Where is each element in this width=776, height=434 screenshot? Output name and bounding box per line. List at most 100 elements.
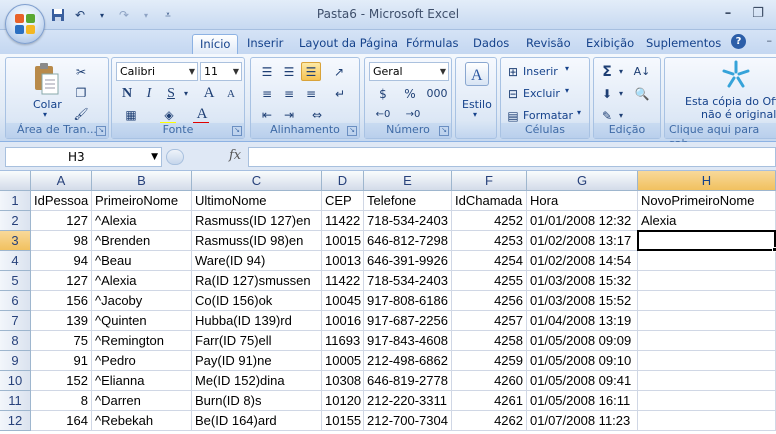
cell-a1[interactable]: IdPessoa (31, 191, 92, 211)
cell-b1[interactable]: PrimeiroNome (92, 191, 192, 211)
cell-h3[interactable] (638, 231, 776, 251)
borders-icon[interactable]: ▦ (118, 105, 144, 124)
cell-c7[interactable]: Hubba(ID 139)rd (192, 311, 322, 331)
cell-b4[interactable]: ^Beau (92, 251, 192, 271)
find-select-icon[interactable]: 🔍 (630, 84, 654, 103)
align-center-icon[interactable]: ≡ (279, 84, 299, 103)
group-label-genuine[interactable]: Clique aqui para sab (665, 123, 776, 150)
format-cells-button[interactable]: Formatar (523, 109, 573, 122)
cell-e1[interactable]: Telefone (364, 191, 452, 211)
column-header-a[interactable]: A (31, 171, 92, 191)
cell-f1[interactable]: IdChamada (452, 191, 527, 211)
cell-g9[interactable]: 01/05/2008 09:10 (527, 351, 638, 371)
column-header-h[interactable]: H (638, 171, 776, 191)
row-header-11[interactable]: 11 (0, 391, 31, 411)
align-top-icon[interactable]: ☰ (257, 62, 277, 81)
cell-f8[interactable]: 4258 (452, 331, 527, 351)
cell-h9[interactable] (638, 351, 776, 371)
cell-c9[interactable]: Pay(ID 91)ne (192, 351, 322, 371)
cell-c11[interactable]: Burn(ID 8)s (192, 391, 322, 411)
styles-icon[interactable]: A (465, 62, 489, 86)
formula-input[interactable] (248, 147, 776, 167)
cell-g10[interactable]: 01/05/2008 09:41 (527, 371, 638, 391)
copy-icon[interactable]: ❐ (72, 83, 90, 102)
increase-decimal-icon[interactable]: ←0 (371, 105, 395, 124)
tab-exibicao[interactable]: Exibição (579, 34, 641, 54)
cell-g3[interactable]: 01/02/2008 13:17 (527, 231, 638, 251)
chevron-down-icon[interactable]: ▾ (616, 62, 626, 81)
cell-b10[interactable]: ^Elianna (92, 371, 192, 391)
cell-h6[interactable] (638, 291, 776, 311)
cell-a8[interactable]: 75 (31, 331, 92, 351)
cell-d1[interactable]: CEP (322, 191, 364, 211)
cell-d9[interactable]: 10005 (322, 351, 364, 371)
cell-b2[interactable]: ^Alexia (92, 211, 192, 231)
cell-c8[interactable]: Farr(ID 75)ell (192, 331, 322, 351)
cell-b8[interactable]: ^Remington (92, 331, 192, 351)
cell-g6[interactable]: 01/03/2008 15:52 (527, 291, 638, 311)
cell-f5[interactable]: 4255 (452, 271, 527, 291)
wrap-text-icon[interactable]: ↵ (329, 84, 351, 103)
insert-function-button[interactable]: fx (229, 148, 241, 163)
row-header-8[interactable]: 8 (0, 331, 31, 351)
tab-inserir[interactable]: Inserir (240, 34, 290, 54)
currency-icon[interactable]: $ (371, 84, 395, 103)
cell-e7[interactable]: 917-687-2256 (364, 311, 452, 331)
cell-e5[interactable]: 718-534-2403 (364, 271, 452, 291)
cell-f12[interactable]: 4262 (452, 411, 527, 431)
cell-g8[interactable]: 01/05/2008 09:09 (527, 331, 638, 351)
row-header-3[interactable]: 3 (0, 231, 31, 251)
genuine-notice-line1[interactable]: Esta cópia do Offi (685, 95, 776, 108)
row-header-7[interactable]: 7 (0, 311, 31, 331)
cell-c2[interactable]: Rasmuss(ID 127)en (192, 211, 322, 231)
cell-e6[interactable]: 917-808-6186 (364, 291, 452, 311)
cell-c10[interactable]: Me(ID 152)dina (192, 371, 322, 391)
column-header-d[interactable]: D (322, 171, 364, 191)
chevron-down-icon[interactable]: ▾ (616, 84, 626, 103)
cell-h12[interactable] (638, 411, 776, 431)
minimize-icon[interactable]: – (714, 4, 742, 22)
cell-a6[interactable]: 156 (31, 291, 92, 311)
cell-e12[interactable]: 212-700-7304 (364, 411, 452, 431)
cell-c1[interactable]: UltimoNome (192, 191, 322, 211)
align-bottom-icon[interactable]: ☰ (301, 62, 321, 81)
row-header-1[interactable]: 1 (0, 191, 31, 211)
cell-g1[interactable]: Hora (527, 191, 638, 211)
number-format-combo[interactable]: Geral ▼ (369, 62, 449, 81)
delete-cells-button[interactable]: Excluir (523, 87, 560, 100)
cell-f2[interactable]: 4252 (452, 211, 527, 231)
cell-h8[interactable] (638, 331, 776, 351)
row-header-5[interactable]: 5 (0, 271, 31, 291)
cell-d12[interactable]: 10155 (322, 411, 364, 431)
tab-inicio[interactable]: Início (192, 34, 239, 54)
row-header-4[interactable]: 4 (0, 251, 31, 271)
increase-indent-icon[interactable]: ⇥ (279, 105, 299, 124)
font-size-combo[interactable]: 11 ▼ (200, 62, 242, 81)
genuine-notice-line2[interactable]: não é original (701, 108, 776, 121)
cell-a10[interactable]: 152 (31, 371, 92, 391)
column-header-g[interactable]: G (527, 171, 638, 191)
row-header-12[interactable]: 12 (0, 411, 31, 431)
cell-f4[interactable]: 4254 (452, 251, 527, 271)
cell-e8[interactable]: 917-843-4608 (364, 331, 452, 351)
tab-layout[interactable]: Layout da Página (292, 34, 405, 54)
cell-d3[interactable]: 10015 (322, 231, 364, 251)
cell-d10[interactable]: 10308 (322, 371, 364, 391)
cell-c3[interactable]: Rasmuss(ID 98)en (192, 231, 322, 251)
column-header-b[interactable]: B (92, 171, 192, 191)
cell-h2[interactable]: Alexia (638, 211, 776, 231)
column-header-c[interactable]: C (192, 171, 322, 191)
chevron-down-icon[interactable]: ▾ (577, 108, 581, 117)
thousands-button[interactable]: 000 (425, 84, 449, 103)
cell-e3[interactable]: 646-812-7298 (364, 231, 452, 251)
autosum-icon[interactable]: Σ (598, 62, 616, 81)
cell-b6[interactable]: ^Jacoby (92, 291, 192, 311)
cell-f3[interactable]: 4253 (452, 231, 527, 251)
underline-dropdown-icon[interactable]: ▾ (182, 84, 190, 103)
underline-button[interactable]: S (162, 84, 180, 103)
cell-a5[interactable]: 127 (31, 271, 92, 291)
cell-h1[interactable]: NovoPrimeiroNome (638, 191, 776, 211)
row-header-6[interactable]: 6 (0, 291, 31, 311)
cell-f11[interactable]: 4261 (452, 391, 527, 411)
cell-a12[interactable]: 164 (31, 411, 92, 431)
